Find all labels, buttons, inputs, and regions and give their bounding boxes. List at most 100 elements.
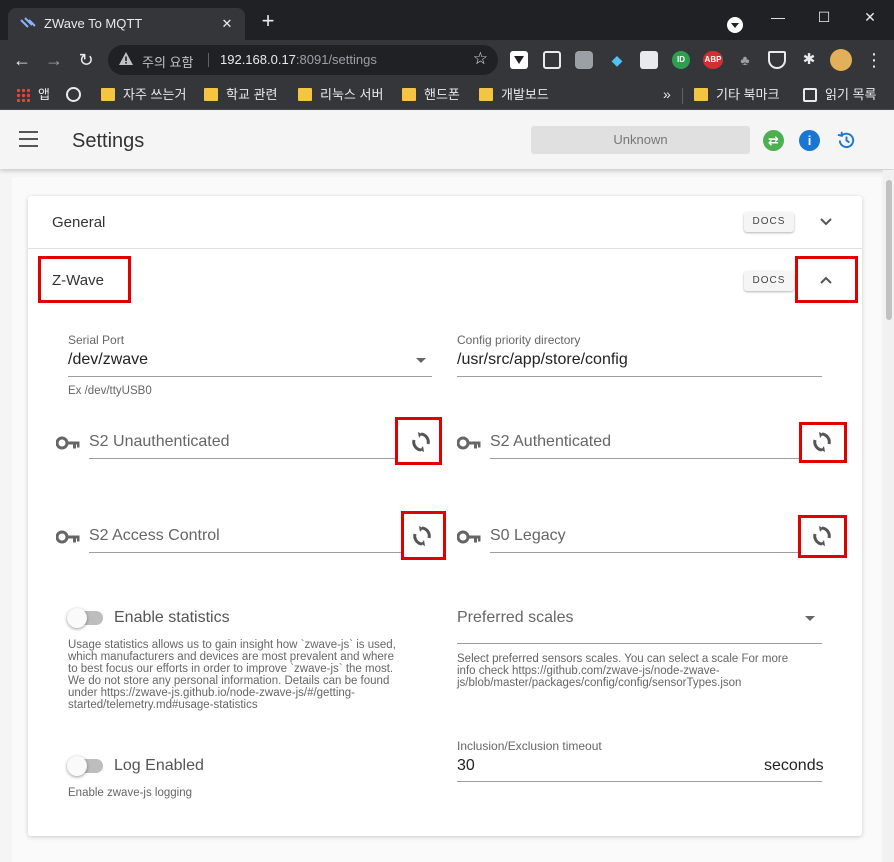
- bookmarks-separator: [682, 88, 683, 104]
- statistics-hint: Usage statistics allows us to gain insig…: [68, 639, 396, 711]
- section-divider: [28, 248, 862, 249]
- s2-unauthenticated-input[interactable]: S2 Unauthenticated: [89, 433, 230, 451]
- bookmark-star-icon[interactable]: ☆: [473, 49, 488, 69]
- connection-status-badge: Unknown: [531, 126, 750, 154]
- bookmark-folder-school[interactable]: 학교 관련: [204, 86, 277, 104]
- pip-ext-icon[interactable]: [543, 51, 561, 69]
- browser-tab-strip: ZWave To MQTT ✕ + — ☐ ✕: [0, 0, 894, 40]
- scrollbar-thumb[interactable]: [886, 180, 892, 320]
- highlight-box-refresh-s2-unauth: [395, 417, 442, 465]
- page-title: Settings: [72, 130, 145, 152]
- bookmark-other[interactable]: 기타 북마크: [694, 86, 779, 104]
- omnibox-separator: [208, 53, 209, 67]
- folder-icon: [298, 88, 312, 101]
- browser-toolbar: ← → ↻ 주의 요함 192.168.0.17:8091/settings ☆…: [0, 40, 894, 80]
- key-icon: [56, 436, 80, 450]
- serial-port-label: Serial Port: [68, 333, 125, 347]
- highlight-box-collapse: [795, 256, 858, 303]
- folder-icon: [402, 88, 416, 101]
- preferred-scales-hint: Select preferred sensors scales. You can…: [457, 653, 789, 689]
- log-hint: Enable zwave-js logging: [68, 787, 193, 799]
- info-icon[interactable]: i: [799, 130, 820, 151]
- shield-ext-icon[interactable]: [768, 51, 786, 69]
- history-icon[interactable]: [836, 130, 857, 151]
- bookmark-folder-frequent[interactable]: 자주 쓰는거: [101, 86, 186, 104]
- statistics-toggle-label: Enable statistics: [114, 609, 230, 626]
- puzzle-extensions-icon[interactable]: ✱: [800, 51, 818, 69]
- gem-ext-icon[interactable]: ◆: [608, 51, 626, 69]
- bookmarks-overflow-button[interactable]: »: [663, 86, 671, 102]
- serial-port-select[interactable]: /dev/zwave: [68, 351, 148, 369]
- general-docs-button[interactable]: DOCS: [744, 212, 794, 232]
- url-host: 192.168.0.17: [220, 52, 296, 67]
- bookmark-globe[interactable]: [66, 86, 82, 104]
- s2-authenticated-input[interactable]: S2 Authenticated: [490, 433, 611, 451]
- statistics-toggle[interactable]: [67, 608, 105, 628]
- key-icon: [457, 530, 481, 544]
- cast-ext-icon[interactable]: [640, 51, 658, 69]
- key-icon: [457, 436, 481, 450]
- bookmark-folder-devboard[interactable]: 개발보드: [479, 86, 549, 104]
- cat-ext-icon[interactable]: ♣: [736, 51, 754, 69]
- camera-ext-icon[interactable]: [575, 51, 593, 69]
- tab-search-icon[interactable]: [727, 17, 743, 33]
- browser-menu-icon[interactable]: ⋮: [862, 48, 886, 72]
- general-section-title[interactable]: General: [52, 214, 105, 231]
- window-minimize-button[interactable]: —: [766, 6, 790, 30]
- menu-hamburger-icon[interactable]: [19, 131, 38, 147]
- profile-avatar[interactable]: [830, 49, 852, 71]
- zwave-docs-button[interactable]: DOCS: [744, 271, 794, 291]
- preferred-scales-underline: [457, 643, 822, 644]
- reading-list-icon: [803, 88, 817, 102]
- s2-access-control-input[interactable]: S2 Access Control: [89, 527, 220, 545]
- window-close-button[interactable]: ✕: [858, 6, 882, 30]
- log-toggle-label: Log Enabled: [114, 757, 204, 774]
- serial-port-hint: Ex /dev/ttyUSB0: [68, 385, 152, 397]
- config-dir-label: Config priority directory: [457, 333, 581, 347]
- back-arrow-icon[interactable]: ←: [10, 48, 34, 72]
- warning-triangle-icon: [119, 52, 133, 65]
- new-tab-button[interactable]: +: [258, 10, 278, 32]
- dropdown-arrow-icon[interactable]: [805, 616, 815, 621]
- security-warning-text: 주의 요함: [142, 55, 194, 70]
- window-maximize-button[interactable]: ☐: [812, 6, 836, 30]
- swap-arrows-icon[interactable]: ⇄: [763, 130, 784, 151]
- folder-icon: [204, 88, 218, 101]
- preferred-scales-select[interactable]: Preferred scales: [457, 609, 574, 627]
- key-icon: [56, 530, 80, 544]
- config-dir-input[interactable]: /usr/src/app/store/config: [457, 351, 628, 369]
- folder-icon: [479, 88, 493, 101]
- chevron-down-icon[interactable]: [818, 214, 834, 230]
- browser-tab[interactable]: ZWave To MQTT ✕: [8, 8, 245, 40]
- highlight-box-refresh-s2-access: [401, 511, 446, 560]
- log-toggle[interactable]: [67, 756, 105, 776]
- s2-authenticated-underline: [490, 458, 800, 459]
- tab-title: ZWave To MQTT: [44, 16, 143, 31]
- toggle-knob: [67, 756, 87, 776]
- s0-legacy-input[interactable]: S0 Legacy: [490, 527, 566, 545]
- bookmark-folder-linux[interactable]: 리눅스 서버: [298, 86, 383, 104]
- s0-legacy-underline: [490, 552, 798, 553]
- id-ext-icon[interactable]: ID: [672, 51, 690, 69]
- reload-icon[interactable]: ↻: [74, 48, 98, 72]
- bookmark-folder-phone[interactable]: 핸드폰: [402, 86, 460, 104]
- address-bar[interactable]: 주의 요함 192.168.0.17:8091/settings ☆: [108, 45, 498, 75]
- zwave-favicon-icon: [20, 17, 36, 28]
- folder-icon: [694, 88, 708, 101]
- download-ext-icon[interactable]: [510, 51, 528, 69]
- config-dir-underline: [457, 376, 822, 377]
- tab-close-icon[interactable]: ✕: [217, 14, 237, 34]
- adblock-plus-icon[interactable]: ABP: [703, 51, 723, 69]
- highlight-box-refresh-s0: [798, 515, 847, 558]
- app-header: Settings Unknown ⇄ i: [0, 111, 894, 169]
- s2-access-control-underline: [89, 552, 401, 553]
- highlight-box-zwave-title: [38, 256, 131, 303]
- apps-grid-icon: [16, 88, 30, 102]
- timeout-input[interactable]: 30: [457, 757, 475, 775]
- forward-arrow-icon[interactable]: →: [42, 48, 66, 72]
- bookmark-apps[interactable]: 앱: [16, 86, 50, 104]
- bookmark-reading-list[interactable]: 읽기 목록: [803, 86, 876, 104]
- dropdown-arrow-icon[interactable]: [416, 358, 426, 363]
- toggle-knob: [67, 608, 87, 628]
- highlight-box-refresh-s2-auth: [799, 422, 847, 463]
